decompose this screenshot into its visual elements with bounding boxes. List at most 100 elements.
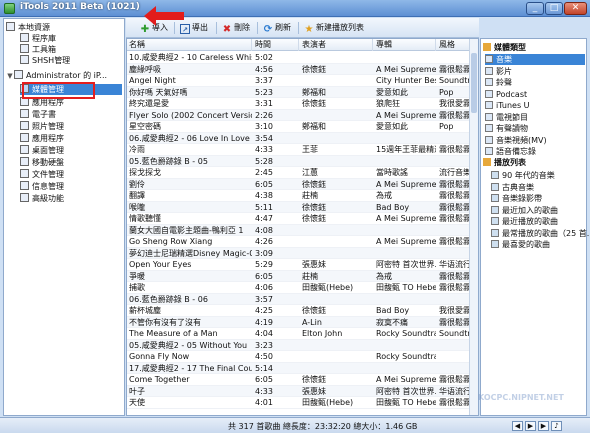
podcast-icon xyxy=(485,89,493,98)
tree-item[interactable]: 照片管理 xyxy=(20,121,122,132)
refresh-button[interactable]: ⟳ 刷新 xyxy=(263,21,291,35)
media-type-item[interactable]: iTunes U xyxy=(485,100,585,111)
table-row[interactable]: 劉伶 6:05 徐懷鈺 A Mei Supreme E...霧很鬆霧很阿(ヨ xyxy=(127,178,470,190)
playlist-item[interactable]: 古典音樂 xyxy=(491,182,585,193)
tree-item-label: SHSH管理 xyxy=(32,56,71,65)
tree-item[interactable]: 電子書 xyxy=(20,109,122,120)
tree-item[interactable]: 應用程序 xyxy=(20,133,122,144)
table-row[interactable]: Come Together 6:05 徐懷鈺 A Mei Supreme E...霧很… xyxy=(127,374,470,386)
column-header-name[interactable]: 名稱 xyxy=(127,39,252,51)
table-row[interactable]: 17.咸愛典經2 - 17 The Final Countdown5:14 xyxy=(127,362,470,374)
table-row[interactable]: 喉嚨 5:11 徐懷鈺 Bad Boy 霧很鬆霧很阿(ヨ xyxy=(127,201,470,213)
table-row[interactable]: 05.咸愛典經2 - 05 Without You 3:23 xyxy=(127,339,470,351)
table-row[interactable]: Angel Night 3:37 City Hunter Best C...Soun… xyxy=(127,75,470,87)
table-cell: 霧很鬆霧很阿(ヨ xyxy=(439,110,470,120)
column-header-artist[interactable]: 表演者 xyxy=(300,39,373,51)
media-type-item[interactable]: 有聲讀物 xyxy=(485,123,585,134)
media-type-item[interactable]: 影片 xyxy=(485,66,585,77)
column-header-album[interactable]: 專輯 xyxy=(374,39,436,51)
table-cell: 翻譯 xyxy=(129,191,145,200)
close-button[interactable]: ✕ xyxy=(564,2,587,15)
table-cell: 劉伶 xyxy=(129,179,145,189)
table-row[interactable]: 星空密碼 3:10 鄭福和 愛意如此 Pop xyxy=(127,121,470,133)
table-cell: 終究還是愛 xyxy=(129,99,169,108)
table-row[interactable]: 薪杯城塵 4:25 徐懷鈺 Bad Boy 我很愛霧很鬆阿 xyxy=(127,305,470,317)
table-row[interactable]: Open Your Eyes 5:29 張惠妹 阿密特 首次世界...华语流行音 xyxy=(127,259,470,271)
table-cell xyxy=(300,248,373,260)
tree-item[interactable]: 程序庫 xyxy=(20,33,122,44)
playlist-item[interactable]: 最近加入的歌曲 xyxy=(491,205,585,216)
media-type-item[interactable]: 音樂視頻(MV) xyxy=(485,135,585,146)
tree-item[interactable]: 本地資源 xyxy=(6,22,122,33)
table-cell: 霧很鬆霧很阿(ヨ xyxy=(439,214,470,223)
column-header-genre[interactable]: 風格 xyxy=(437,39,470,51)
table-cell: 叶子 xyxy=(129,386,145,396)
next-icon[interactable]: ▶ xyxy=(538,421,549,431)
table-row[interactable]: 不管你有沒有了沒有 4:19 A-Lin 寂寞不痛 霧很鬆霧很阿(ヨ xyxy=(127,316,470,328)
new-playlist-button[interactable]: ★ 新建播放列表 xyxy=(304,21,364,35)
expander-icon[interactable]: ▼ xyxy=(6,71,14,82)
tree-item[interactable]: 工具箱 xyxy=(20,44,122,55)
playlist-heading: 播放列表 xyxy=(483,157,526,168)
column-header-time[interactable]: 時間 xyxy=(253,39,299,51)
table-row[interactable]: 情歌聽懂 4:47 徐懷鈺 A Mei Supreme E...霧很鬆霧很阿(ヨ xyxy=(127,213,470,225)
music-icon xyxy=(485,55,493,63)
media-type-item[interactable]: 電視節目 xyxy=(485,112,585,123)
table-row[interactable]: 05.藍色爵跡錄 B - 05 5:28 xyxy=(127,155,470,167)
playlist-item[interactable]: 最常播放的歌曲（25 首... xyxy=(491,228,590,239)
table-cell: City Hunter Best C... xyxy=(376,76,436,85)
playlist-item[interactable]: 90 年代的音樂 xyxy=(491,170,585,181)
table-row[interactable]: 叶子 4:33 張惠妹 阿密特 首次世界...华语流行音 xyxy=(127,385,470,397)
table-row[interactable]: 探戈探戈 2:45 江蕙 當時歌謠 流行音樂 [流 xyxy=(127,167,470,179)
table-cell: A Mei Supreme E... xyxy=(376,110,436,120)
media-type-item[interactable]: 鈴聲 xyxy=(485,77,585,88)
playlist-item[interactable]: 音樂錄影帶 xyxy=(491,193,585,204)
tree-item[interactable]: 文件管理 xyxy=(20,169,122,180)
tree-item[interactable]: ▼ Administrator 的 iP... xyxy=(6,70,122,81)
maximize-button[interactable]: □ xyxy=(545,2,563,15)
table-row[interactable]: 終究還是愛 3:31 徐懷鈺 狼爬狂 我很愛霧很鬆阿 xyxy=(127,98,470,110)
folder-icon xyxy=(20,33,29,42)
table-row[interactable]: 塵緣呼吸 4:56 徐懷鈺 A Mei Supreme E...霧很鬆霧很阿(ヨ xyxy=(127,63,470,75)
tree-item[interactable]: 高級功能 xyxy=(20,193,122,204)
table-row[interactable]: 你好嗎 天氣好嗎 5:23 鄭福和 愛意如此 Pop xyxy=(127,86,470,98)
table-row[interactable]: Go Sheng Row Xiang 4:26 A Mei Supreme E...… xyxy=(127,236,470,248)
tree-item-label: 高級功能 xyxy=(32,194,64,203)
table-cell: 4:04 xyxy=(255,329,273,338)
scrollbar-thumb[interactable] xyxy=(471,53,477,113)
table-row[interactable]: 蘭女大國自電影主題曲-鴨利亞 1 4:08 xyxy=(127,224,470,236)
playlist-item[interactable]: 最喜愛的歌曲 xyxy=(491,239,585,250)
table-row[interactable]: 10.咸愛典經2 - 10 Careless Whisper5:02 xyxy=(127,52,470,64)
toolbar-divider xyxy=(298,22,299,34)
minimize-button[interactable]: _ xyxy=(526,2,544,15)
table-cell: Go Sheng Row Xiang xyxy=(129,237,213,246)
table-row[interactable]: 爭暖 6:05 莊楠 為戒 霧很鬆霧很阿(ヨ xyxy=(127,270,470,282)
tree-item[interactable]: SHSH管理 xyxy=(20,55,122,66)
table-cell: 為戒 xyxy=(376,191,392,200)
media-type-item[interactable]: 音樂 xyxy=(485,54,585,65)
vertical-scrollbar[interactable] xyxy=(469,39,478,415)
table-row[interactable]: 夢幻迪士尼瑞精選Disney Magic-09-stran...3:09 xyxy=(127,247,470,260)
table-row[interactable]: 捕歌 4:06 田馥甄(Hebe) 田馥甄 TO Hebe ...霧很鬆霧很阿(ヨ xyxy=(127,282,470,294)
media-type-item[interactable]: Podcast xyxy=(485,89,585,100)
table-cell xyxy=(300,133,373,145)
table-cell: 3:31 xyxy=(255,99,273,108)
tree-item[interactable]: 桌面管理 xyxy=(20,145,122,156)
table-row[interactable]: 天使 4:01 田馥甄(Hebe) 田馥甄 TO Hebe ...霧很鬆霧很阿(ヨ xyxy=(127,397,470,409)
play-icon[interactable]: ▶ xyxy=(525,421,536,431)
tree-item[interactable]: 信息管理 xyxy=(20,181,122,192)
table-row[interactable]: 06.咸愛典經2 - 06 Love In Love 3:54 xyxy=(127,132,470,145)
table-row[interactable]: 翻譯 4:38 莊楠 為戒 霧很鬆霧很阿(ヨ xyxy=(127,190,470,202)
previous-icon[interactable]: ◀ xyxy=(512,421,523,431)
table-row[interactable]: 06.藍色爵跡錄 B - 06 3:57 xyxy=(127,293,470,305)
volume-icon[interactable]: ♪ xyxy=(551,421,562,431)
tree-item[interactable]: 移動硬盤 xyxy=(20,157,122,168)
delete-button[interactable]: ✖ 刪除 xyxy=(222,21,250,35)
table-cell: 愛意如此 xyxy=(376,87,408,97)
table-row[interactable]: Gonna Fly Now 4:50 Rocky Soundtrack xyxy=(127,351,470,363)
table-row[interactable]: 冷雨 4:33 王菲 15週年王菲最精選...霧很鬆霧很阿(ヨ xyxy=(127,144,470,156)
table-row[interactable]: The Measure of a Man 4:04 Elton John Rocky … xyxy=(127,328,470,340)
table-row[interactable]: Flyer Solo (2002 Concert Version) 2:26 A M… xyxy=(127,109,470,121)
media-type-item[interactable]: 語音備忘錄 xyxy=(485,146,585,157)
playlist-item[interactable]: 最近播放的歌曲 xyxy=(491,216,585,227)
